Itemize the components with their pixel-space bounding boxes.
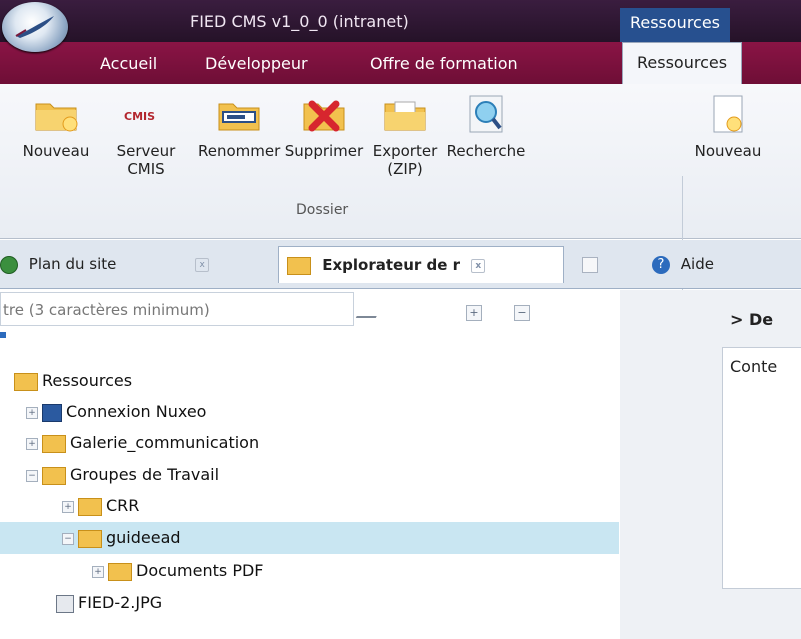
search-icon [469,95,503,133]
exporter-zip-button[interactable]: Exporter (ZIP) [364,94,446,178]
folder-icon [108,562,132,581]
tree-node[interactable]: + Documents PDF [92,556,263,586]
clear-filter-icon[interactable] [355,300,385,318]
tree-node[interactable]: Ressources [14,366,132,396]
close-icon[interactable]: x [195,257,210,272]
supprimer-button[interactable]: Supprimer [284,94,364,160]
ribbon-label: Renommer [198,142,281,160]
tab-offre-de-formation[interactable]: Offre de formation [370,54,518,73]
pin-icon[interactable] [582,257,598,273]
app-logo-button[interactable] [2,2,68,52]
chevron-right-icon: > [730,310,749,329]
tab-label: Explorateur de r [322,256,461,274]
filter-placeholder: tre (3 caractères minimum) [3,301,210,319]
nuxeo-icon [42,403,62,422]
serveur-cmis-button[interactable]: CMIS Serveur CMIS [106,94,186,178]
folder-icon [78,529,102,548]
tab-ressources[interactable]: Ressources [622,42,743,85]
menu-tab-bar: Accueil Développeur Offre de formation R… [0,42,801,85]
expand-all-icon[interactable]: + [466,305,482,321]
quill-icon [15,16,54,38]
folder-new-icon [35,103,78,132]
tree-label: Documents PDF [136,561,264,580]
tree-label: guideead [106,528,181,547]
tree-label: FIED-2.JPG [78,593,163,612]
filter-input[interactable]: tre (3 caractères minimum) [0,292,354,326]
tree-label: CRR [106,496,140,515]
right-pane-header-label: De [748,310,774,329]
recherche-button[interactable]: Recherche [444,94,528,160]
folder-icon [42,466,66,485]
collapse-all-icon[interactable]: − [514,305,530,321]
page-tab-bar: Plan du site x Explorateur de r x ? Aide [0,240,801,289]
tree-node[interactable]: − Groupes de Travail [26,460,219,490]
help-icon: ? [652,255,670,274]
ribbon-label: Serveur CMIS [116,142,176,178]
tree-label: Groupes de Travail [70,465,220,484]
folder-export-icon [384,101,426,131]
right-pane-header[interactable]: > De [730,310,773,329]
nouveau-folder-button[interactable]: Nouveau [4,94,108,160]
tree-label: Ressources [42,371,133,390]
globe-icon [0,255,18,274]
nouveau-file-button[interactable]: Nouveau [688,94,768,160]
tree-label: Connexion Nuxeo [66,402,207,421]
ribbon: Nouveau CMIS Serveur CMIS Renommer Suppr… [0,84,801,306]
app-title: FIED CMS v1_0_0 (intranet) [190,12,409,31]
group-label-dossier: Dossier [296,202,349,218]
expand-icon[interactable]: + [26,437,38,450]
tree-node[interactable]: − guideead [62,523,181,553]
folder-icon [14,372,38,391]
ribbon-label: Supprimer [284,142,364,160]
tab-explorateur[interactable]: Explorateur de r x [278,246,564,283]
tree-label: Galerie_communication [70,433,260,452]
tab-aide[interactable]: ? Aide [652,246,792,282]
column-header[interactable]: Conte [730,357,777,376]
tree-node[interactable]: + CRR [62,491,139,521]
tree-node[interactable]: + Connexion Nuxeo [26,397,206,427]
title-bar: FIED CMS v1_0_0 (intranet) Ressources [0,0,801,42]
tab-accueil[interactable]: Accueil [100,54,157,73]
ribbon-label: Nouveau [22,142,90,160]
file-new-icon [713,95,743,133]
tree-node[interactable]: FIED-2.JPG [56,588,162,618]
expand-icon[interactable]: + [26,406,38,419]
ribbon-label: Exporter (ZIP) [372,142,438,178]
renommer-button[interactable]: Renommer [198,94,280,160]
folder-icon [78,497,102,516]
folder-rename-icon [218,103,260,131]
tab-developpeur[interactable]: Développeur [205,54,308,73]
tab-plan-du-site[interactable]: Plan du site x [0,246,270,282]
folder-delete-icon [303,100,345,132]
image-file-icon [56,594,74,613]
tab-label: Plan du site [28,255,117,273]
content-grid [722,347,801,589]
tree-node[interactable]: + Galerie_communication [26,428,259,458]
ribbon-label: Recherche [446,142,526,160]
folder-icon [287,256,311,275]
collapse-icon[interactable]: − [62,532,74,545]
context-tab-ressources[interactable]: Ressources [620,8,730,42]
expand-icon[interactable]: + [62,500,74,513]
expand-icon[interactable]: + [92,565,104,578]
cmis-server-icon: CMIS [106,94,186,134]
ribbon-label: Nouveau [694,142,762,160]
collapse-icon[interactable]: − [26,469,38,482]
collapse-arrow-icon[interactable] [0,332,6,338]
cmis-badge: CMIS [124,110,156,123]
folder-icon [42,434,66,453]
close-icon[interactable]: x [471,258,486,273]
tab-label: Aide [680,255,714,273]
